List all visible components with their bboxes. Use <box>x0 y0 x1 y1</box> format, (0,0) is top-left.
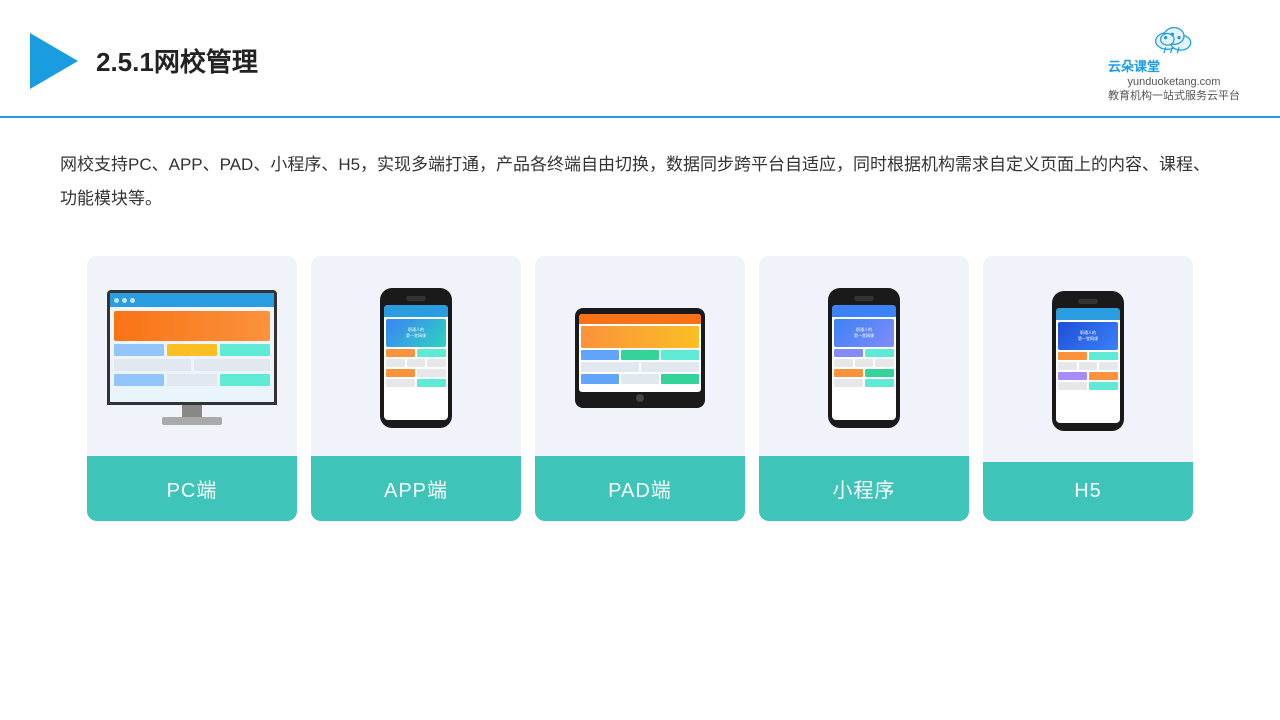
h5-phone-icon: 职通人的第一堂网课 <box>1052 291 1124 431</box>
pad-tablet-icon <box>575 308 705 408</box>
description-text: 网校支持PC、APP、PAD、小程序、H5，实现多端打通，产品各终端自由切换，数… <box>0 118 1280 226</box>
brand-logo: 云朵课堂 yunduoketang.com 教育机构一站式服务云平台 <box>1108 18 1240 104</box>
miniapp-phone-icon: 职通人的第一堂网课 <box>828 288 900 428</box>
card-pc: PC端 <box>87 256 297 521</box>
app-phone-icon: 职通人的第一堂网课 <box>380 288 452 428</box>
platform-cards: PC端 职通人的第一堂网课 <box>0 226 1280 551</box>
header: 2.5.1网校管理 云朵课堂 yunduoketang.com <box>0 0 1280 118</box>
page-title: 2.5.1网校管理 <box>96 42 258 79</box>
header-left: 2.5.1网校管理 <box>30 33 258 89</box>
card-miniapp: 职通人的第一堂网课 <box>759 256 969 521</box>
card-h5: 职通人的第一堂网课 <box>983 256 1193 521</box>
card-app: 职通人的第一堂网课 <box>311 256 521 521</box>
card-app-image: 职通人的第一堂网课 <box>311 256 521 456</box>
card-pad: PAD端 <box>535 256 745 521</box>
card-pc-image <box>87 256 297 456</box>
cloud-icon <box>1149 18 1199 54</box>
card-pad-image <box>535 256 745 456</box>
card-pc-label: PC端 <box>87 456 297 521</box>
logo-icon <box>30 33 78 89</box>
card-miniapp-image: 职通人的第一堂网课 <box>759 256 969 456</box>
brand-name: 云朵课堂 yunduoketang.com 教育机构一站式服务云平台 <box>1108 56 1240 104</box>
card-pad-label: PAD端 <box>535 456 745 521</box>
card-miniapp-label: 小程序 <box>759 456 969 521</box>
card-h5-label: H5 <box>983 462 1193 521</box>
pc-monitor-icon <box>107 290 277 425</box>
header-right: 云朵课堂 yunduoketang.com 教育机构一站式服务云平台 <box>1108 18 1240 104</box>
card-app-label: APP端 <box>311 456 521 521</box>
card-h5-image: 职通人的第一堂网课 <box>983 256 1193 462</box>
